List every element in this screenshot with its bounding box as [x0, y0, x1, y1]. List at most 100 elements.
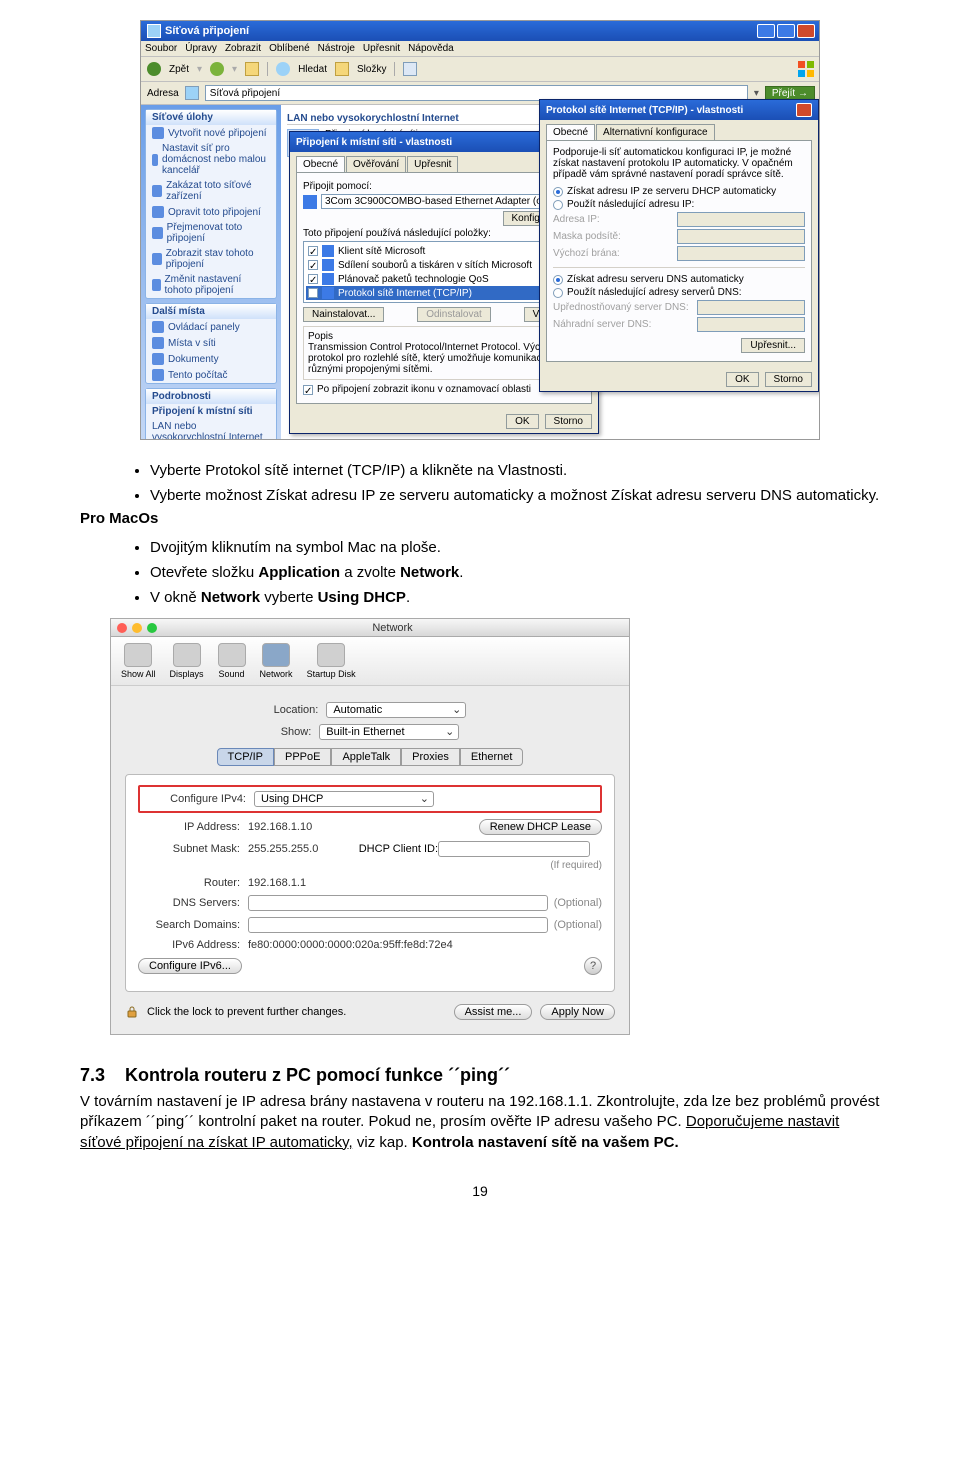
menu-item[interactable]: Soubor [145, 43, 177, 54]
display-icon [173, 643, 201, 667]
radio-static-dns[interactable]: Použít následující adresy serverů DNS: [553, 287, 805, 298]
mac-titlebar: Network [111, 619, 629, 637]
sidebar-item[interactable]: Změnit nastavení tohoto připojení [146, 272, 276, 298]
apply-button[interactable]: Apply Now [540, 1004, 615, 1020]
pref-network[interactable]: Network [260, 643, 293, 679]
menu-item[interactable]: Nápověda [408, 43, 454, 54]
radio[interactable] [553, 187, 563, 197]
ipv6-label: IPv6 Address: [138, 939, 248, 951]
views-icon[interactable] [403, 62, 417, 76]
sidebar-item[interactable]: Zobrazit stav tohoto připojení [146, 246, 276, 272]
menu-item[interactable]: Úpravy [185, 43, 217, 54]
uninstall-button[interactable]: Odinstalovat [417, 307, 491, 322]
tcpip-properties-dialog: Protokol sítě Internet (TCP/IP) - vlastn… [539, 99, 819, 392]
show-select[interactable]: Built-in Ethernet [319, 724, 459, 740]
location-select[interactable]: Automatic [326, 702, 466, 718]
windows-xp-screenshot: Síťová připojení Soubor Úpravy Zobrazit … [140, 20, 820, 440]
task-icon [152, 206, 164, 218]
sidebar-item[interactable]: Zakázat toto síťové zařízení [146, 178, 276, 204]
sidebar-item[interactable]: Ovládací panely [146, 319, 276, 335]
checkbox[interactable]: ✓ [308, 246, 318, 256]
sidebar-item[interactable]: Místa v síti [146, 335, 276, 351]
client-id-input[interactable] [438, 841, 590, 857]
sidebar-item[interactable]: Tento počítač [146, 367, 276, 383]
tab-ethernet[interactable]: Ethernet [460, 748, 524, 766]
close-button[interactable] [797, 24, 815, 38]
help-button[interactable]: ? [584, 957, 602, 975]
sidebar-item[interactable]: Opravit toto připojení [146, 204, 276, 220]
minimize-icon[interactable] [132, 623, 142, 633]
radio[interactable] [553, 200, 563, 210]
close-icon[interactable] [117, 623, 127, 633]
cancel-button[interactable]: Storno [765, 372, 812, 387]
dns1-label: Upřednostňovaný server DNS: [553, 302, 693, 313]
up-icon[interactable] [245, 62, 259, 76]
checkbox[interactable]: ✓ [303, 385, 313, 395]
install-button[interactable]: Nainstalovat... [303, 307, 384, 322]
assist-button[interactable]: Assist me... [454, 1004, 533, 1020]
sidebar-panel-details: Podrobnosti Připojení k místní síti LAN … [145, 388, 277, 440]
zoom-icon[interactable] [147, 623, 157, 633]
pref-sound[interactable]: Sound [218, 643, 246, 679]
ok-button[interactable]: OK [726, 372, 758, 387]
folders-icon[interactable] [335, 62, 349, 76]
checkbox[interactable]: ✓ [308, 274, 318, 284]
search-icon[interactable] [276, 62, 290, 76]
bullet-item: Dvojitým kliknutím na symbol Mac na ploš… [150, 537, 880, 558]
location-label: Location: [274, 704, 327, 716]
tab-alt[interactable]: Alternativní konfigurace [596, 124, 715, 140]
pref-showall[interactable]: Show All [121, 643, 156, 679]
tab-general[interactable]: Obecné [296, 156, 345, 172]
sidebar-item[interactable]: Nastavit síť pro domácnost nebo malou ka… [146, 141, 276, 178]
radio-static-ip[interactable]: Použít následující adresu IP: [553, 199, 805, 210]
sidebar-item[interactable]: Dokumenty [146, 351, 276, 367]
configure-ipv4-row: Configure IPv4: Using DHCP [138, 785, 602, 813]
network-icon [262, 643, 290, 667]
menu-item[interactable]: Zobrazit [225, 43, 261, 54]
tab-proxies[interactable]: Proxies [401, 748, 460, 766]
tab-tcpip[interactable]: TCP/IP [217, 748, 274, 766]
task-icon [152, 127, 164, 139]
radio[interactable] [553, 288, 563, 298]
search-input[interactable] [248, 917, 548, 933]
window-title: Network [162, 622, 623, 634]
lock-text: Click the lock to prevent further change… [147, 1006, 346, 1018]
radio-auto-ip[interactable]: Získat adresu IP ze serveru DHCP automat… [553, 186, 805, 197]
search-button[interactable]: Hledat [298, 64, 327, 75]
menu-item[interactable]: Oblíbené [269, 43, 310, 54]
component-icon [322, 259, 334, 271]
tab-auth[interactable]: Ověřování [346, 156, 406, 172]
pref-startup[interactable]: Startup Disk [307, 643, 356, 679]
maximize-button[interactable] [777, 24, 795, 38]
tab-appletalk[interactable]: AppleTalk [331, 748, 401, 766]
lock-icon[interactable] [125, 1005, 139, 1019]
back-icon[interactable] [147, 62, 161, 76]
minimize-button[interactable] [757, 24, 775, 38]
tab-advanced[interactable]: Upřesnit [407, 156, 458, 172]
tab-general[interactable]: Obecné [546, 124, 595, 140]
configure-ipv6-button[interactable]: Configure IPv6... [138, 958, 242, 974]
dns-input[interactable] [248, 895, 548, 911]
place-icon [152, 321, 164, 333]
forward-icon[interactable] [210, 62, 224, 76]
sidebar-item[interactable]: Přejmenovat toto připojení [146, 220, 276, 246]
cancel-button[interactable]: Storno [545, 414, 592, 429]
back-button[interactable]: Zpět [169, 64, 189, 75]
close-button[interactable] [796, 103, 812, 117]
renew-button[interactable]: Renew DHCP Lease [479, 819, 602, 835]
advanced-button[interactable]: Upřesnit... [741, 338, 805, 353]
sidebar-item[interactable]: Vytvořit nové připojení [146, 125, 276, 141]
mask-label: Subnet Mask: [138, 843, 248, 855]
radio[interactable] [553, 275, 563, 285]
radio-auto-dns[interactable]: Získat adresu serveru DNS automaticky [553, 274, 805, 285]
dns2-label: Náhradní server DNS: [553, 319, 693, 330]
checkbox[interactable]: ✓ [308, 288, 318, 298]
configure-select[interactable]: Using DHCP [254, 791, 434, 807]
menu-item[interactable]: Nástroje [318, 43, 355, 54]
menu-item[interactable]: Upřesnit [363, 43, 400, 54]
folders-button[interactable]: Složky [357, 64, 386, 75]
tab-pppoe[interactable]: PPPoE [274, 748, 331, 766]
pref-displays[interactable]: Displays [170, 643, 204, 679]
ok-button[interactable]: OK [506, 414, 538, 429]
checkbox[interactable]: ✓ [308, 260, 318, 270]
